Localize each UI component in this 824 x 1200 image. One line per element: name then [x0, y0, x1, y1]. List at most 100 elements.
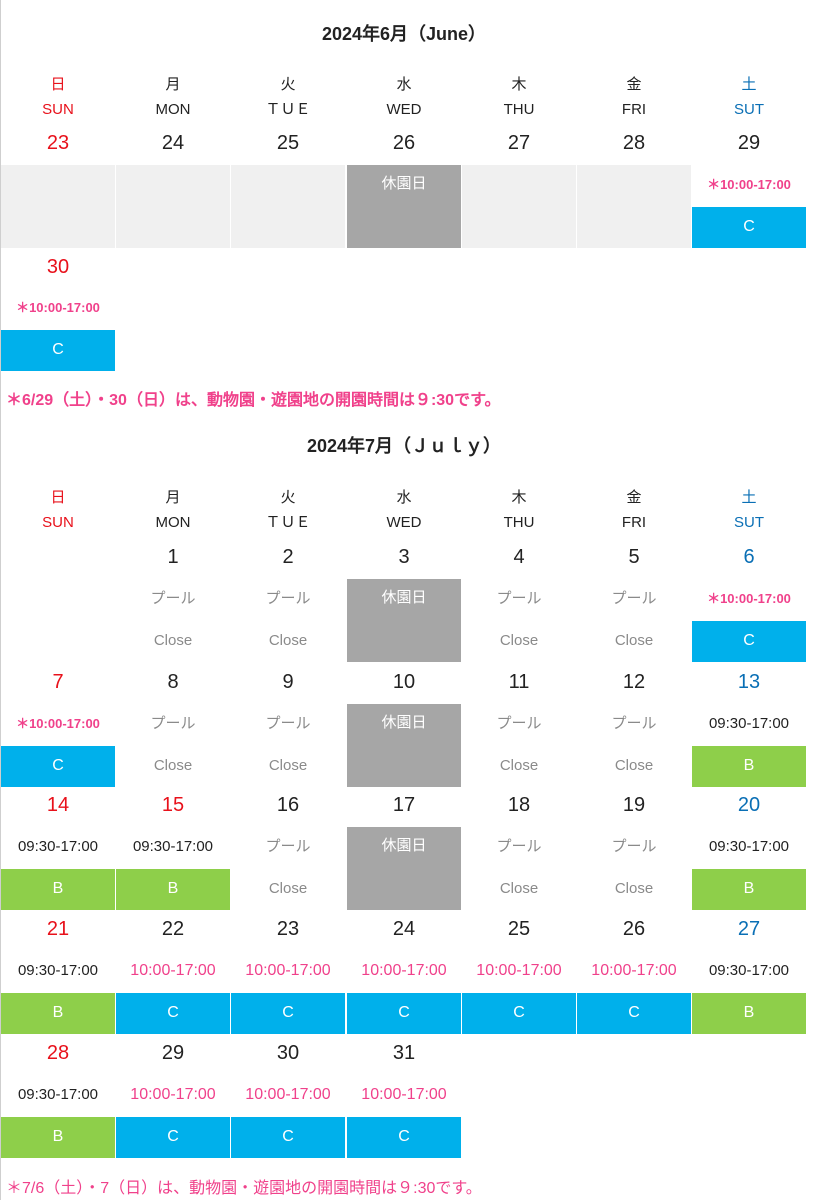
july-footnote: ＊7/6（土）・7（日）は、動物園・遊園地の開園時間は９:30です。 [6, 1180, 482, 1197]
july-weekday-jp: 土 [741, 489, 757, 506]
july-day-number: 5 [628, 546, 640, 568]
july-c-block: C [116, 1117, 230, 1158]
july-day-number: 14 [46, 794, 70, 816]
july-b-block: B [1, 1117, 115, 1158]
june-title: 2024年6月（June） [321, 24, 487, 44]
july-b-block: B [116, 869, 230, 910]
july-pool-label: プール [265, 838, 311, 855]
july-day-number: 11 [508, 671, 530, 693]
july-pool-label: プール [150, 715, 196, 732]
july-close-label: Close [153, 757, 193, 774]
july-time-b: 09:30-17:00 [132, 838, 214, 855]
july-day-number: 15 [161, 794, 185, 816]
july-day-number: 10 [392, 671, 416, 693]
june-day-number: 26 [392, 132, 416, 154]
july-pool-label: プール [496, 838, 542, 855]
july-pool-label: プール [150, 590, 196, 607]
june-day-number: 30 [46, 256, 70, 278]
july-day-number: 9 [282, 671, 294, 693]
july-day-number: 17 [392, 794, 416, 816]
july-pool-label: プール [265, 715, 311, 732]
july-time-note: ＊10:00-17:00 [16, 716, 100, 731]
july-day-number: 18 [507, 794, 531, 816]
july-c-block: C [347, 1117, 461, 1158]
july-close-label: Close [614, 632, 654, 649]
july-day-number: 16 [276, 794, 300, 816]
july-time-b: 09:30-17:00 [17, 1086, 99, 1103]
july-day-number: 7 [52, 671, 64, 693]
june-day-number: 23 [46, 132, 70, 154]
june-empty-block [1, 165, 115, 248]
july-closed-block: 休園日 [347, 704, 461, 787]
july-day-number: 31 [392, 1042, 416, 1064]
july-b-block: B [692, 993, 806, 1034]
june-weekday-jp: 月 [165, 76, 181, 93]
july-day-number: 3 [398, 546, 410, 568]
july-day-number: 12 [622, 671, 646, 693]
july-day-number: 13 [737, 671, 761, 693]
july-day-number: 23 [276, 918, 300, 940]
july-pool-label: プール [611, 715, 657, 732]
july-time-b: 09:30-17:00 [708, 962, 790, 979]
july-weekday-jp: 木 [511, 489, 527, 506]
july-day-number: 1 [167, 546, 179, 568]
july-c-block: C [692, 621, 806, 662]
june-weekday-jp: 金 [626, 76, 642, 93]
july-pool-label: プール [496, 715, 542, 732]
june-day-number: 24 [161, 132, 185, 154]
june-empty-block [462, 165, 576, 248]
july-weekday-jp: 金 [626, 489, 642, 506]
july-weekday-jp: 火 [280, 489, 296, 506]
june-empty-block [116, 165, 230, 248]
july-weekday-en: ＴＵＥ [265, 514, 311, 531]
july-b-block: B [1, 993, 115, 1034]
july-day-number: 2 [282, 546, 294, 568]
july-b-block: B [692, 869, 806, 910]
june-weekday-en: MON [155, 101, 191, 118]
june-closed-block: 休園日 [347, 165, 461, 248]
july-time-c: 10:00-17:00 [476, 962, 562, 979]
july-close-label: Close [499, 757, 539, 774]
july-c-block: C [231, 1117, 345, 1158]
july-day-number: 21 [46, 918, 70, 940]
june-weekday-en: WED [386, 101, 422, 118]
july-weekday-en: THU [503, 514, 535, 531]
july-weekday-jp: 日 [50, 489, 66, 506]
june-day-number: 28 [622, 132, 646, 154]
july-day-number: 19 [622, 794, 646, 816]
july-title: 2024年7月（Ｊｕｌｙ） [306, 436, 502, 456]
june-weekday-jp: 木 [511, 76, 527, 93]
june-weekday-jp: 火 [280, 76, 296, 93]
july-time-c: 10:00-17:00 [361, 962, 447, 979]
july-time-c: 10:00-17:00 [130, 1086, 216, 1103]
july-close-label: Close [614, 880, 654, 897]
july-weekday-jp: 水 [396, 489, 412, 506]
july-weekday-en: MON [155, 514, 191, 531]
july-close-label: Close [153, 632, 193, 649]
july-day-number: 27 [737, 918, 761, 940]
july-day-number: 8 [167, 671, 179, 693]
july-c-block: C [231, 993, 345, 1034]
july-weekday-jp: 月 [165, 489, 181, 506]
june-weekday-en: FRI [621, 101, 647, 118]
july-day-number: 4 [513, 546, 525, 568]
july-day-number: 6 [743, 546, 755, 568]
june-c-block: C [692, 207, 806, 248]
july-close-label: Close [499, 632, 539, 649]
july-pool-label: プール [496, 590, 542, 607]
july-close-label: Close [268, 880, 308, 897]
july-weekday-en: WED [386, 514, 422, 531]
july-day-number: 29 [161, 1042, 185, 1064]
june-empty-block [231, 165, 345, 248]
july-c-block: C [1, 746, 115, 787]
june-weekday-jp: 日 [50, 76, 66, 93]
july-time-b: 09:30-17:00 [17, 962, 99, 979]
june-footnote: ＊6/29（土）・30（日）は、動物園・遊園地の開園時間は９:30です。 [6, 392, 501, 409]
june-weekday-en: SUN [42, 101, 74, 118]
june-weekday-en: SUT [734, 101, 764, 118]
july-pool-label: プール [265, 590, 311, 607]
july-time-b: 09:30-17:00 [708, 838, 790, 855]
july-closed-block: 休園日 [347, 579, 461, 662]
july-day-number: 25 [507, 918, 531, 940]
july-close-label: Close [614, 757, 654, 774]
